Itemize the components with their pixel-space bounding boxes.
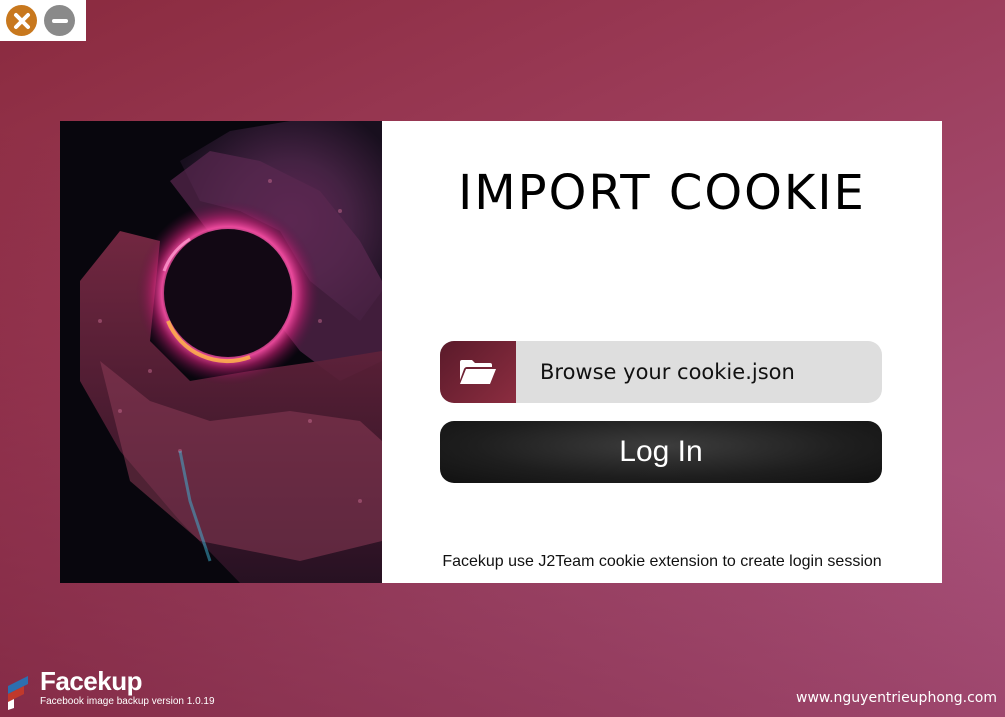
browse-cookie-button[interactable]: Browse your cookie.json bbox=[440, 341, 882, 403]
browse-icon-box bbox=[440, 341, 516, 403]
eclipse-artwork bbox=[60, 121, 382, 583]
close-button[interactable] bbox=[6, 5, 37, 36]
minimize-icon bbox=[51, 18, 68, 23]
minimize-button[interactable] bbox=[44, 5, 75, 36]
login-panel: IMPORT COOKIE Browse your cookie.json Lo… bbox=[382, 121, 942, 583]
browse-label: Browse your cookie.json bbox=[540, 360, 795, 384]
app-name: Facekup bbox=[40, 666, 142, 696]
page-title: IMPORT COOKIE bbox=[458, 165, 866, 221]
close-icon bbox=[13, 12, 30, 29]
import-cookie-card: IMPORT COOKIE Browse your cookie.json Lo… bbox=[60, 121, 942, 583]
app-brand: Facekup Facebook image backup version 1.… bbox=[6, 666, 215, 712]
login-button[interactable]: Log In bbox=[440, 421, 882, 483]
cookie-extension-note: Facekup use J2Team cookie extension to c… bbox=[442, 553, 882, 570]
facekup-logo-icon bbox=[8, 676, 28, 710]
website-link[interactable]: www.nguyentrieuphong.com bbox=[796, 690, 997, 706]
app-version: Facebook image backup version 1.0.19 bbox=[40, 696, 215, 707]
window-controls bbox=[0, 0, 86, 41]
folder-open-icon bbox=[460, 360, 496, 384]
